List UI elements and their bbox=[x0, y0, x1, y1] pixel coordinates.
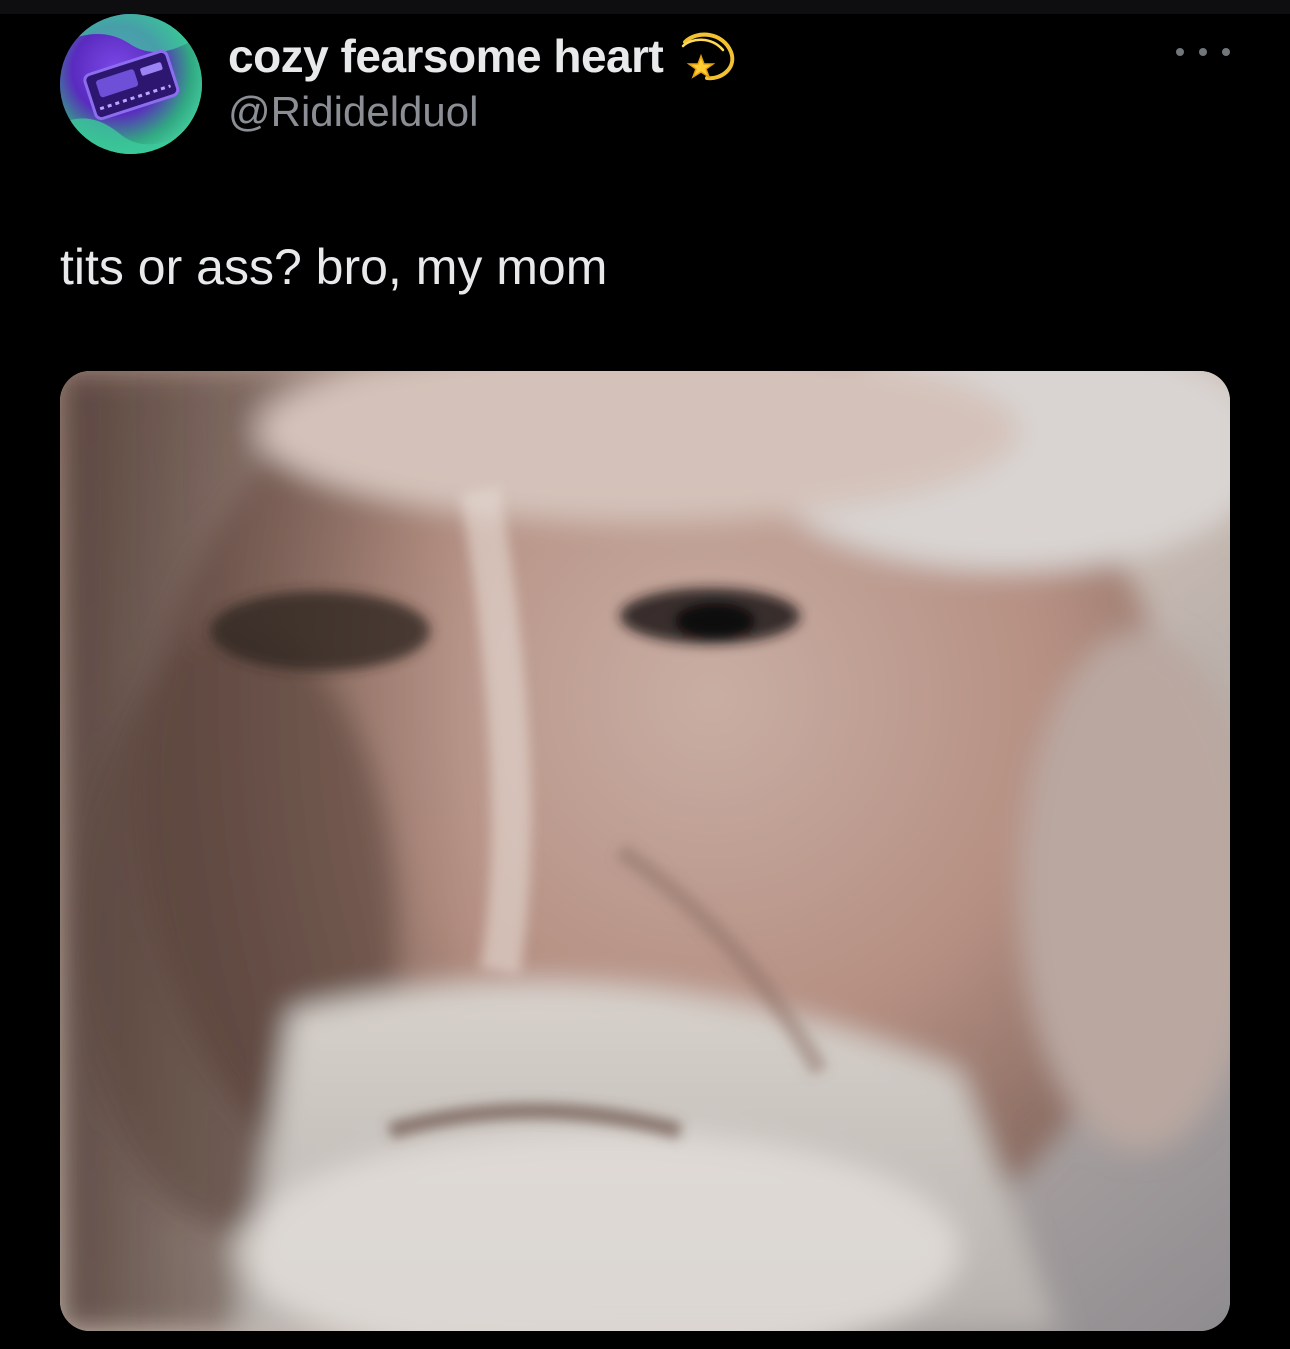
dot bbox=[1199, 48, 1207, 56]
dot bbox=[1222, 48, 1230, 56]
post-card: cozy fearsome heart @Rididelduol tits or… bbox=[0, 0, 1290, 1349]
avatar-image bbox=[60, 14, 202, 154]
display-name-row[interactable]: cozy fearsome heart bbox=[228, 26, 737, 86]
post-text: tits or ass? bro, my mom bbox=[60, 239, 608, 295]
more-options-icon[interactable] bbox=[1176, 38, 1230, 66]
status-strip bbox=[0, 0, 1290, 14]
dizzy-star-icon bbox=[677, 26, 737, 86]
post-image[interactable] bbox=[60, 371, 1230, 1331]
avatar[interactable] bbox=[60, 14, 202, 154]
photo-icon bbox=[60, 371, 1230, 1331]
dot bbox=[1176, 48, 1184, 56]
display-name[interactable]: cozy fearsome heart bbox=[228, 28, 664, 84]
user-handle[interactable]: @Rididelduol bbox=[228, 86, 478, 138]
